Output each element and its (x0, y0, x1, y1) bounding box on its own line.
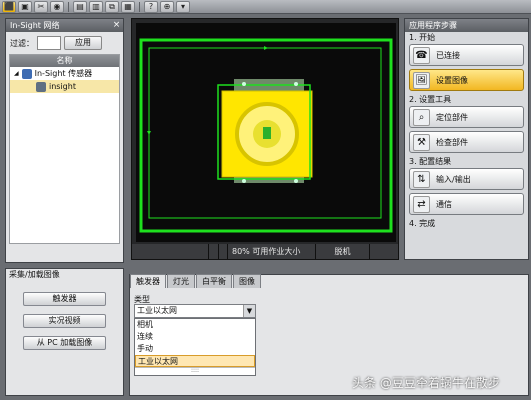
locate-icon: ⌕ (413, 108, 430, 126)
help-icon[interactable]: ? (144, 0, 158, 13)
step-button-label: 输入/输出 (436, 174, 471, 184)
io-icon: ⇅ (413, 170, 430, 188)
status-separator (369, 244, 379, 259)
step-button-label: 定位部件 (436, 112, 468, 122)
tree-item-insight[interactable]: insight (10, 80, 119, 93)
trigger-type-select[interactable]: 工业以太网 ▼ (134, 304, 256, 318)
communication-button[interactable]: ⇄ 通信 (409, 193, 524, 215)
step-button-label: 通信 (436, 199, 452, 209)
acquisition-panel-title: 采集/加载图像 (9, 270, 60, 279)
network-panel-title: In-Sight 网络 × (6, 19, 123, 32)
dropdown-option-continuous[interactable]: 连续 (135, 331, 255, 343)
application-steps-panel: 应用程序步骤 1. 开始 ☎ 已连接 🖼 设置图像 2. 设置工具 ⌕ 定位部件… (404, 18, 529, 260)
tab-white-balance[interactable]: 白平衡 (196, 274, 232, 288)
apply-button[interactable]: 应用 (64, 36, 102, 50)
filter-label: 过滤： (10, 38, 34, 48)
filter-row: 过滤： 应用 (6, 32, 123, 54)
steps-panel-title: 应用程序步骤 (405, 19, 528, 32)
paste-icon[interactable]: ▦ (121, 0, 135, 13)
sensor-group-icon (21, 68, 32, 79)
trigger-type-value: 工业以太网 (137, 306, 177, 315)
offline-label: 脱机 (315, 244, 369, 259)
copy-icon[interactable]: ⧉ (105, 0, 119, 13)
close-icon[interactable]: × (111, 20, 122, 31)
dropdown-option-industrial-ethernet[interactable]: 工业以太网 (135, 355, 255, 367)
tab-lighting[interactable]: 灯光 (167, 274, 195, 288)
image-svg (136, 23, 396, 242)
step-section-results: 3. 配置结果 (409, 157, 452, 166)
step-button-label: 已连接 (436, 50, 460, 60)
toolbar-separator (68, 1, 69, 12)
step-button-label: 设置图像 (436, 75, 468, 85)
network-panel-title-text: In-Sight 网络 (10, 21, 60, 30)
handle-1[interactable] (242, 82, 246, 86)
status-separator (218, 244, 227, 259)
locate-part-button[interactable]: ⌕ 定位部件 (409, 106, 524, 128)
step-section-tools: 2. 设置工具 (409, 95, 452, 104)
step-section-finish: 4. 完成 (409, 219, 436, 228)
folder-icon[interactable]: ▣ (18, 0, 32, 13)
live-video-button[interactable]: 实况视频 (23, 314, 106, 328)
toolbar-separator (139, 1, 140, 12)
tab-trigger[interactable]: 触发器 (130, 274, 166, 288)
main-toolbar: ⬛ ▣ ✂ ◉ ▤ ▥ ⧉ ▦? ⊕ ▾ (0, 0, 531, 14)
dropdown-option-camera[interactable]: 相机 (135, 319, 255, 331)
handle-3[interactable] (242, 179, 246, 183)
connected-icon: ☎ (413, 46, 430, 64)
handle-4[interactable] (294, 179, 298, 183)
filter-input[interactable] (37, 36, 61, 50)
sensor-tree: 名称 ◢ In-Sight 传感器 insight (9, 54, 120, 244)
tree-item-sensors[interactable]: ◢ In-Sight 传感器 (10, 67, 119, 80)
info-icon[interactable]: ⊕ (160, 0, 174, 13)
trigger-type-dropdown: 相机 连续 手动 工业以太网 :::: (134, 318, 256, 376)
save-icon[interactable]: ▤ (73, 0, 87, 13)
cut-icon[interactable]: ✂ (34, 0, 48, 13)
network-panel: In-Sight 网络 × 过滤： 应用 名称 ◢ In-Sight 传感器 i… (5, 18, 124, 263)
comm-icon: ⇄ (413, 195, 430, 213)
tree-item-label: insight (49, 82, 76, 91)
connected-button[interactable]: ☎ 已连接 (409, 44, 524, 66)
image-canvas[interactable] (136, 23, 396, 242)
tree-header: 名称 (10, 55, 119, 67)
chevron-down-icon[interactable]: ▼ (243, 305, 255, 317)
dropdown-icon[interactable]: ▾ (176, 0, 190, 13)
inspect-icon: ⚒ (413, 133, 430, 151)
inspect-part-button[interactable]: ⚒ 检查部件 (409, 131, 524, 153)
tab-strip: 触发器 灯光 白平衡 图像 (130, 274, 261, 288)
view-status-bar: 80% 可用作业大小 脱机 (132, 244, 398, 259)
job-size-label: 80% 可用作业大小 (227, 244, 315, 259)
handle-2[interactable] (294, 82, 298, 86)
camera-icon[interactable]: ◉ (50, 0, 64, 13)
io-button[interactable]: ⇅ 输入/输出 (409, 168, 524, 190)
step-section-start: 1. 开始 (409, 33, 436, 42)
tree-expander-icon[interactable]: ◢ (14, 67, 19, 80)
step-button-label: 检查部件 (436, 137, 468, 147)
image-view[interactable]: 80% 可用作业大小 脱机 (131, 18, 399, 260)
setup-image-button[interactable]: 🖼 设置图像 (409, 69, 524, 91)
dropdown-option-manual[interactable]: 手动 (135, 343, 255, 355)
watermark-text: 头条 @豆豆牵着蜗牛在散步 (352, 376, 500, 390)
tree-item-label: In-Sight 传感器 (34, 69, 93, 78)
open-icon[interactable]: ▥ (89, 0, 103, 13)
status-separator (208, 244, 218, 259)
tab-image[interactable]: 图像 (233, 274, 261, 288)
acquisition-panel: 采集/加载图像 触发器 实况视频 从 PC 加载图像 (5, 268, 124, 396)
camera-device-icon (36, 81, 46, 92)
image-setup-icon: 🖼 (413, 71, 430, 89)
load-image-from-pc-button[interactable]: 从 PC 加载图像 (23, 336, 106, 350)
connect-icon[interactable]: ⬛ (2, 0, 16, 13)
trigger-button[interactable]: 触发器 (23, 292, 106, 306)
part-marker (263, 127, 271, 139)
